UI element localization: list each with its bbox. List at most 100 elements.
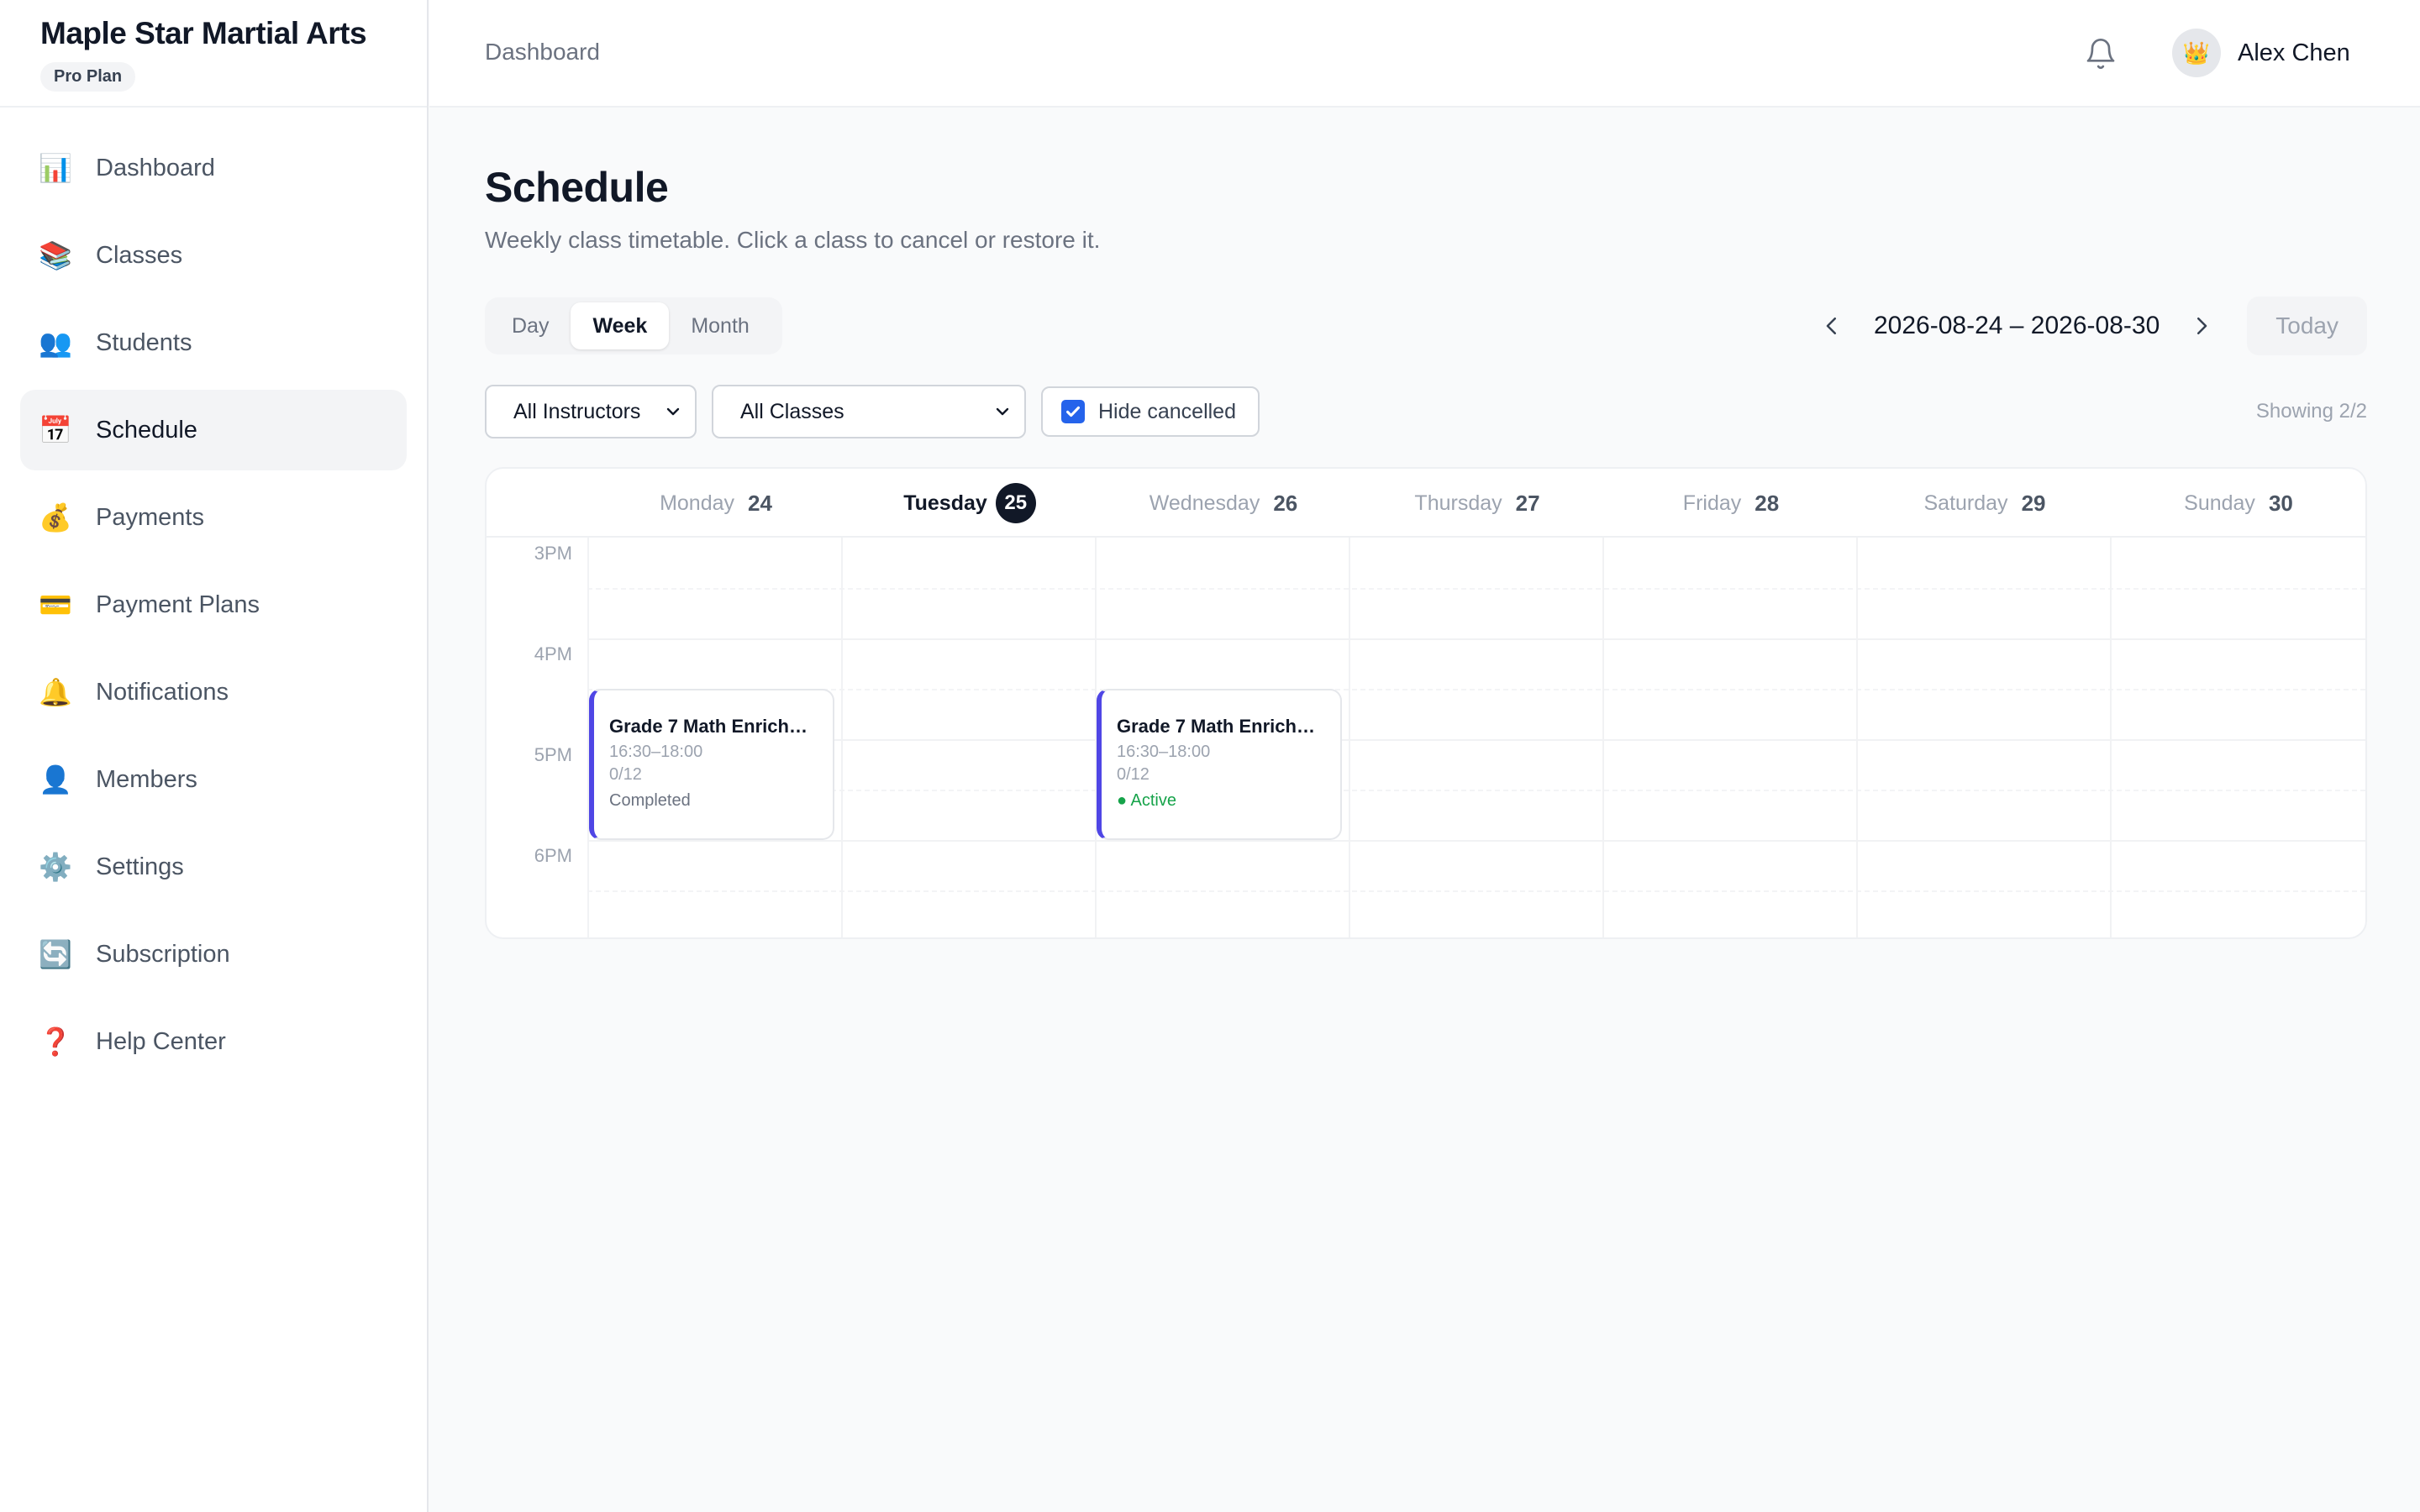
instructor-select[interactable]: All Instructors — [485, 385, 697, 438]
avatar: 👑 — [2172, 29, 2221, 77]
column-line — [2110, 538, 2112, 937]
hide-cancelled-checkbox[interactable] — [1061, 400, 1085, 423]
day-header-friday: Friday 28 — [1604, 469, 1858, 538]
today-button[interactable]: Today — [2247, 297, 2367, 355]
day-header-saturday: Saturday 29 — [1858, 469, 2112, 538]
sidebar-item-label: Students — [96, 328, 192, 356]
column-line — [1349, 538, 1350, 937]
sidebar-item-label: Schedule — [96, 416, 197, 444]
chevron-left-icon[interactable] — [1815, 309, 1849, 343]
sidebar-item-label: Payment Plans — [96, 591, 260, 618]
day-header-sunday: Sunday 30 — [2112, 469, 2365, 538]
column-line — [841, 538, 843, 937]
grid-line — [587, 689, 2365, 690]
sidebar-item-label: Subscription — [96, 940, 230, 968]
date-navigator: 2026-08-24 – 2026-08-30 Today — [1815, 297, 2367, 355]
hide-cancelled-toggle[interactable]: Hide cancelled — [1041, 386, 1260, 437]
sidebar-item-notifications[interactable]: 🔔 Notifications — [20, 652, 407, 732]
time-label-5pm: 5PM — [534, 744, 572, 765]
sidebar-item-students[interactable]: 👥 Students — [20, 302, 407, 383]
grid-line — [587, 790, 2365, 791]
today-day-number: 25 — [995, 483, 1036, 523]
day-header-wednesday: Wednesday 26 — [1097, 469, 1350, 538]
sidebar-item-payment-plans[interactable]: 💳 Payment Plans — [20, 564, 407, 645]
question-icon: ❓ — [39, 1026, 72, 1057]
event-status: Completed — [609, 791, 691, 810]
view-month-button[interactable]: Month — [669, 302, 771, 349]
column-line — [1602, 538, 1604, 937]
sidebar-item-label: Members — [96, 765, 197, 793]
day-name: Tuesday — [903, 491, 987, 515]
brand-name: Maple Star Martial Arts — [40, 16, 367, 50]
calendar-grid: 3PM 4PM 5PM 6PM Grade 7 Math Enrichment … — [487, 538, 2365, 937]
sidebar-item-classes[interactable]: 📚 Classes — [20, 215, 407, 296]
chevron-down-icon — [666, 407, 680, 416]
event-title: Grade 7 Math Enrichment — [1117, 716, 1328, 737]
day-number: 29 — [2021, 490, 2046, 516]
view-toggle: Day Week Month — [485, 297, 782, 354]
date-range: 2026-08-24 – 2026-08-30 — [1874, 312, 2160, 339]
sidebar-item-label: Payments — [96, 503, 204, 531]
sidebar-item-schedule[interactable]: 📅 Schedule — [20, 390, 407, 470]
event-capacity: 0/12 — [609, 765, 642, 784]
time-label-4pm: 4PM — [534, 643, 572, 664]
user-name: Alex Chen — [2238, 39, 2350, 66]
person-icon: 👤 — [39, 764, 72, 795]
notifications-bell-icon[interactable] — [2084, 37, 2118, 71]
calendar-icon: 📅 — [39, 415, 72, 445]
showing-count: Showing 2/2 — [2255, 400, 2367, 423]
class-event-monday[interactable]: Grade 7 Math Enrichment 16:30–18:00 0/12… — [589, 689, 834, 840]
brand-header: Maple Star Martial Arts Pro Plan — [0, 0, 427, 108]
sidebar-item-label: Classes — [96, 241, 183, 269]
people-icon: 👥 — [39, 328, 72, 358]
chart-icon: 📊 — [39, 153, 72, 183]
page-title: Schedule — [485, 164, 669, 211]
event-capacity: 0/12 — [1117, 765, 1150, 784]
time-label-6pm: 6PM — [534, 845, 572, 866]
money-bag-icon: 💰 — [39, 502, 72, 533]
breadcrumb[interactable]: Dashboard — [485, 39, 600, 66]
day-number: 30 — [2268, 490, 2293, 516]
class-event-wednesday[interactable]: Grade 7 Math Enrichment 16:30–18:00 0/12… — [1097, 689, 1342, 840]
day-name: Wednesday — [1149, 491, 1260, 515]
grid-line — [587, 840, 2365, 842]
day-name: Saturday — [1923, 491, 2008, 515]
instructor-select-value: All Instructors — [513, 399, 641, 423]
chevron-down-icon — [996, 407, 1009, 416]
credit-card-icon: 💳 — [39, 590, 72, 620]
chevron-right-icon[interactable] — [2185, 309, 2218, 343]
day-name: Thursday — [1414, 491, 1502, 515]
day-number: 26 — [1273, 490, 1298, 516]
user-menu[interactable]: 👑 Alex Chen — [2172, 29, 2350, 77]
day-name: Friday — [1682, 491, 1742, 515]
day-name: Sunday — [2184, 491, 2255, 515]
view-day-button[interactable]: Day — [490, 302, 571, 349]
grid-line — [587, 638, 2365, 640]
grid-line — [587, 739, 2365, 741]
hide-cancelled-label: Hide cancelled — [1098, 399, 1236, 423]
sidebar-item-label: Dashboard — [96, 154, 215, 181]
refresh-icon: 🔄 — [39, 939, 72, 969]
sidebar-item-help-center[interactable]: ❓ Help Center — [20, 1001, 407, 1082]
grid-line — [587, 890, 2365, 892]
sidebar-item-payments[interactable]: 💰 Payments — [20, 477, 407, 558]
day-number: 24 — [748, 490, 772, 516]
filters-bar: All Instructors All Classes Hide cancell… — [485, 385, 1260, 438]
grid-line — [587, 588, 2365, 590]
day-number: 27 — [1515, 490, 1540, 516]
sidebar-item-settings[interactable]: ⚙️ Settings — [20, 827, 407, 907]
plan-badge: Pro Plan — [40, 62, 136, 92]
event-status: ● Active — [1117, 791, 1176, 810]
sidebar-nav: 📊 Dashboard 📚 Classes 👥 Students 📅 Sched… — [0, 108, 427, 1082]
classes-select[interactable]: All Classes — [712, 385, 1026, 438]
sidebar-item-dashboard[interactable]: 📊 Dashboard — [20, 128, 407, 208]
column-line — [1856, 538, 1858, 937]
sidebar: Maple Star Martial Arts Pro Plan 📊 Dashb… — [0, 0, 429, 1512]
gear-icon: ⚙️ — [39, 852, 72, 882]
view-week-button[interactable]: Week — [571, 302, 670, 349]
day-header-thursday: Thursday 27 — [1350, 469, 1604, 538]
sidebar-item-members[interactable]: 👤 Members — [20, 739, 407, 820]
sidebar-item-subscription[interactable]: 🔄 Subscription — [20, 914, 407, 995]
sidebar-item-label: Notifications — [96, 678, 229, 706]
books-icon: 📚 — [39, 240, 72, 270]
